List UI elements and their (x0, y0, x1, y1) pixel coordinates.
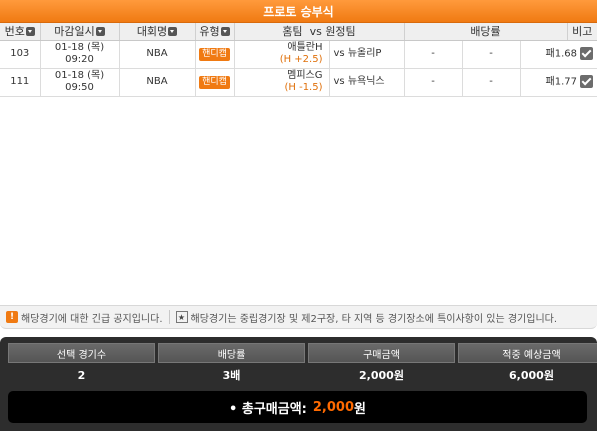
handicap-value: (H -1.5) (284, 82, 323, 93)
table-header-row: 번호 마감일시 대회명 유형 홈팀 vs 원정팀 배당률 비고 (0, 23, 597, 41)
page-title: 프로토 승부식 (0, 0, 597, 23)
handicap-badge: 핸디캡 (199, 47, 230, 61)
urgent-notice: ! 해당경기에 대한 긴급 공지입니다. (6, 310, 163, 325)
col-no[interactable]: 번호 (0, 23, 41, 41)
summary-header-game-count: 선택 경기수 (8, 343, 155, 363)
notice-bar: ! 해당경기에 대한 긴급 공지입니다. ★ 해당경기는 중립경기장 및 제2구… (0, 305, 597, 329)
special-notice: ★ 해당경기는 중립경기장 및 제2구장, 타 지역 등 경기장소에 특이사항이… (175, 310, 557, 325)
summary-expected-amount: 6,000원 (509, 369, 554, 382)
handicap-value: (H +2.5) (279, 54, 323, 65)
summary-values: 2 3배 2,000원 6,000원 (8, 366, 597, 384)
sort-icon[interactable] (25, 26, 35, 36)
row-odd-2: - (462, 68, 521, 97)
col-type[interactable]: 유형 (195, 23, 235, 41)
summary-header-purchase: 구매금액 (308, 343, 455, 363)
star-icon: ★ (175, 311, 188, 323)
summary-header-odds: 배당률 (158, 343, 305, 363)
sort-icon[interactable] (168, 26, 178, 36)
row-type: 핸디캡 (195, 68, 235, 97)
games-table: 번호 마감일시 대회명 유형 홈팀 vs 원정팀 배당률 비고 103 01-1… (0, 23, 597, 97)
summary-odds: 3배 (222, 369, 241, 382)
row-pick[interactable]: 패1.77 (520, 68, 597, 97)
col-league[interactable]: 대회명 (119, 23, 196, 41)
row-away-team: vs 뉴올리P (329, 40, 405, 69)
col-match: 홈팀 vs 원정팀 (234, 23, 405, 41)
row-home-team: 멤피스G (H -1.5) (234, 68, 330, 97)
divider (168, 310, 170, 324)
sort-icon[interactable] (220, 26, 230, 36)
row-pick[interactable]: 패1.68 (520, 40, 597, 69)
row-away-team: vs 뉴욕닉스 (329, 68, 405, 97)
summary-purchase-amount: 2,000원 (359, 369, 404, 382)
purchase-summary: 선택 경기수 배당률 구매금액 적중 예상금액 2 3배 2,000원 6,00… (0, 337, 597, 431)
row-league: NBA (119, 68, 196, 97)
checkbox-checked-icon[interactable] (580, 75, 593, 89)
row-deadline: 01-18 (목) 09:20 (40, 40, 120, 69)
total-amount: 2,000 (312, 399, 354, 415)
summary-header-expected: 적중 예상금액 (458, 343, 597, 363)
col-note: 비고 (567, 23, 597, 41)
col-deadline[interactable]: 마감일시 (40, 23, 120, 41)
row-no: 103 (0, 40, 41, 69)
row-no: 111 (0, 68, 41, 97)
total-label: • 총구매금액: (229, 401, 307, 417)
row-home-team: 애틀란H (H +2.5) (234, 40, 330, 69)
table-row[interactable]: 103 01-18 (목) 09:20 NBA 핸디캡 애틀란H (H +2.5) … (0, 40, 597, 69)
summary-headers: 선택 경기수 배당률 구매금액 적중 예상금액 (8, 343, 597, 363)
row-odd-1: - (404, 68, 463, 97)
col-odds: 배당률 (404, 23, 568, 41)
row-odd-1: - (404, 40, 463, 69)
summary-game-count: 2 (77, 368, 86, 382)
sort-icon[interactable] (95, 26, 105, 36)
row-type: 핸디캡 (195, 40, 235, 69)
alert-icon: ! (6, 311, 18, 323)
checkbox-checked-icon[interactable] (580, 47, 593, 61)
total-purchase: • 총구매금액: 2,000 원 (8, 391, 587, 423)
table-row[interactable]: 111 01-18 (목) 09:50 NBA 핸디캡 멤피스G (H -1.5) … (0, 68, 597, 97)
row-odd-2: - (462, 40, 521, 69)
row-league: NBA (119, 40, 196, 69)
total-unit: 원 (354, 401, 366, 417)
row-deadline: 01-18 (목) 09:50 (40, 68, 120, 97)
handicap-badge: 핸디캡 (199, 75, 230, 89)
